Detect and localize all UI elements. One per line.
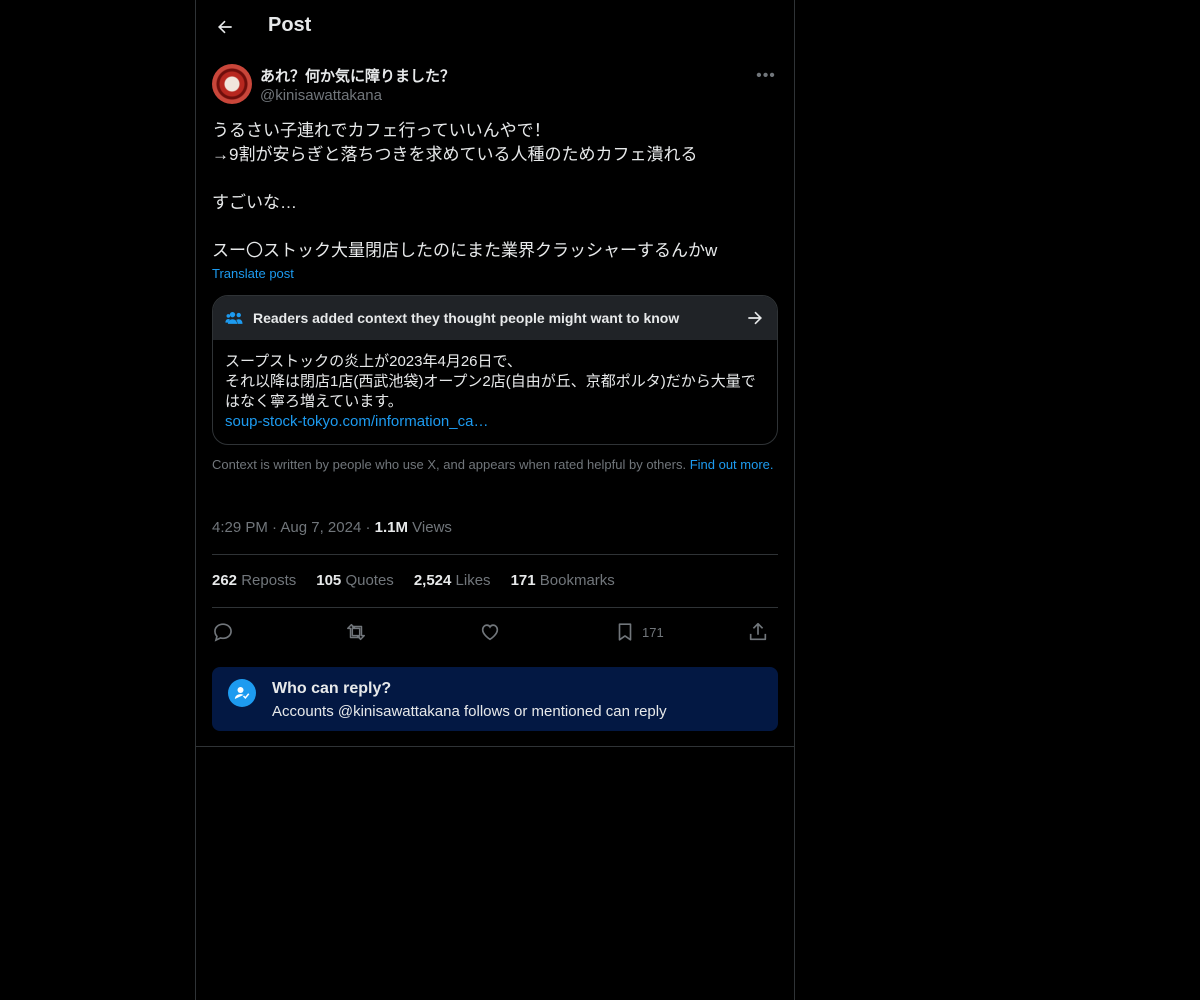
bookmarks-stat[interactable]: 171 Bookmarks xyxy=(511,572,615,589)
community-note-link[interactable]: soup-stock-tokyo.com/information_ca… xyxy=(225,412,765,432)
post-date[interactable]: Aug 7, 2024 xyxy=(280,519,361,536)
views-label: Views xyxy=(412,519,452,536)
community-note-title: Readers added context they thought peopl… xyxy=(253,310,680,326)
more-options-button[interactable]: ••• xyxy=(754,66,778,86)
views-count: 1.1M xyxy=(374,519,408,536)
page-header: Post xyxy=(196,0,794,54)
community-note-body: スープストックの炎上が2023年4月26日で、 それ以降は閉店1店(西武池袋)オ… xyxy=(213,340,777,444)
divider xyxy=(196,746,794,747)
note-context-description: Context is written by people who use X, … xyxy=(212,457,687,472)
divider xyxy=(212,554,778,555)
post-author: あれ？何か気に障りました？ @kinisawattakana ••• xyxy=(212,64,778,108)
quotes-label: Quotes xyxy=(345,572,394,589)
arrow-right-icon xyxy=(748,311,762,325)
user-check-icon xyxy=(234,687,250,699)
bookmarks-count: 171 xyxy=(510,572,536,589)
likes-label: Likes xyxy=(455,572,491,589)
likes-count: 2,524 xyxy=(413,572,452,589)
reply-icon xyxy=(214,623,232,642)
repost-icon xyxy=(347,623,365,641)
reply-button[interactable] xyxy=(212,617,234,647)
reply-restriction-title: Who can reply? xyxy=(272,680,392,697)
likes-stat[interactable]: 2,524 Likes xyxy=(414,572,491,589)
avatar[interactable] xyxy=(212,64,252,104)
reposts-count: 262 xyxy=(212,572,238,589)
page-title: Post xyxy=(268,14,312,36)
reply-restriction-subtitle: Accounts @kinisawattakana follows or men… xyxy=(272,703,667,720)
post-time[interactable]: 4:29 PM xyxy=(212,519,268,536)
reply-restriction-icon xyxy=(228,679,256,707)
author-display-name[interactable]: あれ？何か気に障りました？ xyxy=(260,65,455,86)
find-out-more-link[interactable]: Find out more. xyxy=(690,457,774,472)
bookmark-button[interactable]: 171 xyxy=(614,617,664,647)
heart-icon xyxy=(481,624,499,641)
community-note-text: スープストックの炎上が2023年4月26日で、 それ以降は閉店1店(西武池袋)オ… xyxy=(225,353,756,410)
arrow-left-icon xyxy=(218,20,232,34)
community-note: Readers added context they thought peopl… xyxy=(212,295,778,445)
bookmark-count: 171 xyxy=(642,624,664,640)
reposts-label: Reposts xyxy=(241,572,297,589)
share-icon xyxy=(749,622,767,641)
post-actions: 171 xyxy=(212,617,778,647)
community-note-header[interactable]: Readers added context they thought peopl… xyxy=(213,296,777,340)
people-icon xyxy=(225,312,243,324)
author-handle[interactable]: @kinisawattakana xyxy=(260,87,382,104)
meta-separator: · xyxy=(365,519,375,536)
reposts-stat[interactable]: 262 Reposts xyxy=(212,572,296,589)
quotes-stat[interactable]: 105 Quotes xyxy=(316,572,394,589)
back-button[interactable] xyxy=(210,12,240,42)
more-dots-icon: ••• xyxy=(756,67,776,84)
repost-button[interactable] xyxy=(345,617,367,647)
post-meta: 4:29 PM · Aug 7, 2024 · 1.1M Views xyxy=(212,519,452,536)
post-text: うるさい子連れでカフェ行っていいんやで！ →9割が安らぎと落ちつきを求めている人… xyxy=(212,121,718,260)
like-button[interactable] xyxy=(479,617,501,647)
note-context-text: Context is written by people who use X, … xyxy=(212,457,778,473)
post-stats: 262 Reposts 105 Quotes 2,524 Likes 171 B… xyxy=(212,572,615,589)
bookmarks-label: Bookmarks xyxy=(539,572,615,589)
divider xyxy=(212,607,778,608)
bookmark-icon xyxy=(618,623,632,641)
reply-restriction-banner: Who can reply? Accounts @kinisawattakana… xyxy=(212,667,778,731)
share-button[interactable] xyxy=(747,617,769,647)
quotes-count: 105 xyxy=(316,572,342,589)
translate-post-link[interactable]: Translate post xyxy=(212,266,294,281)
primary-column: Post あれ？何か気に障りました？ @kinisawattakana ••• … xyxy=(195,0,795,1000)
